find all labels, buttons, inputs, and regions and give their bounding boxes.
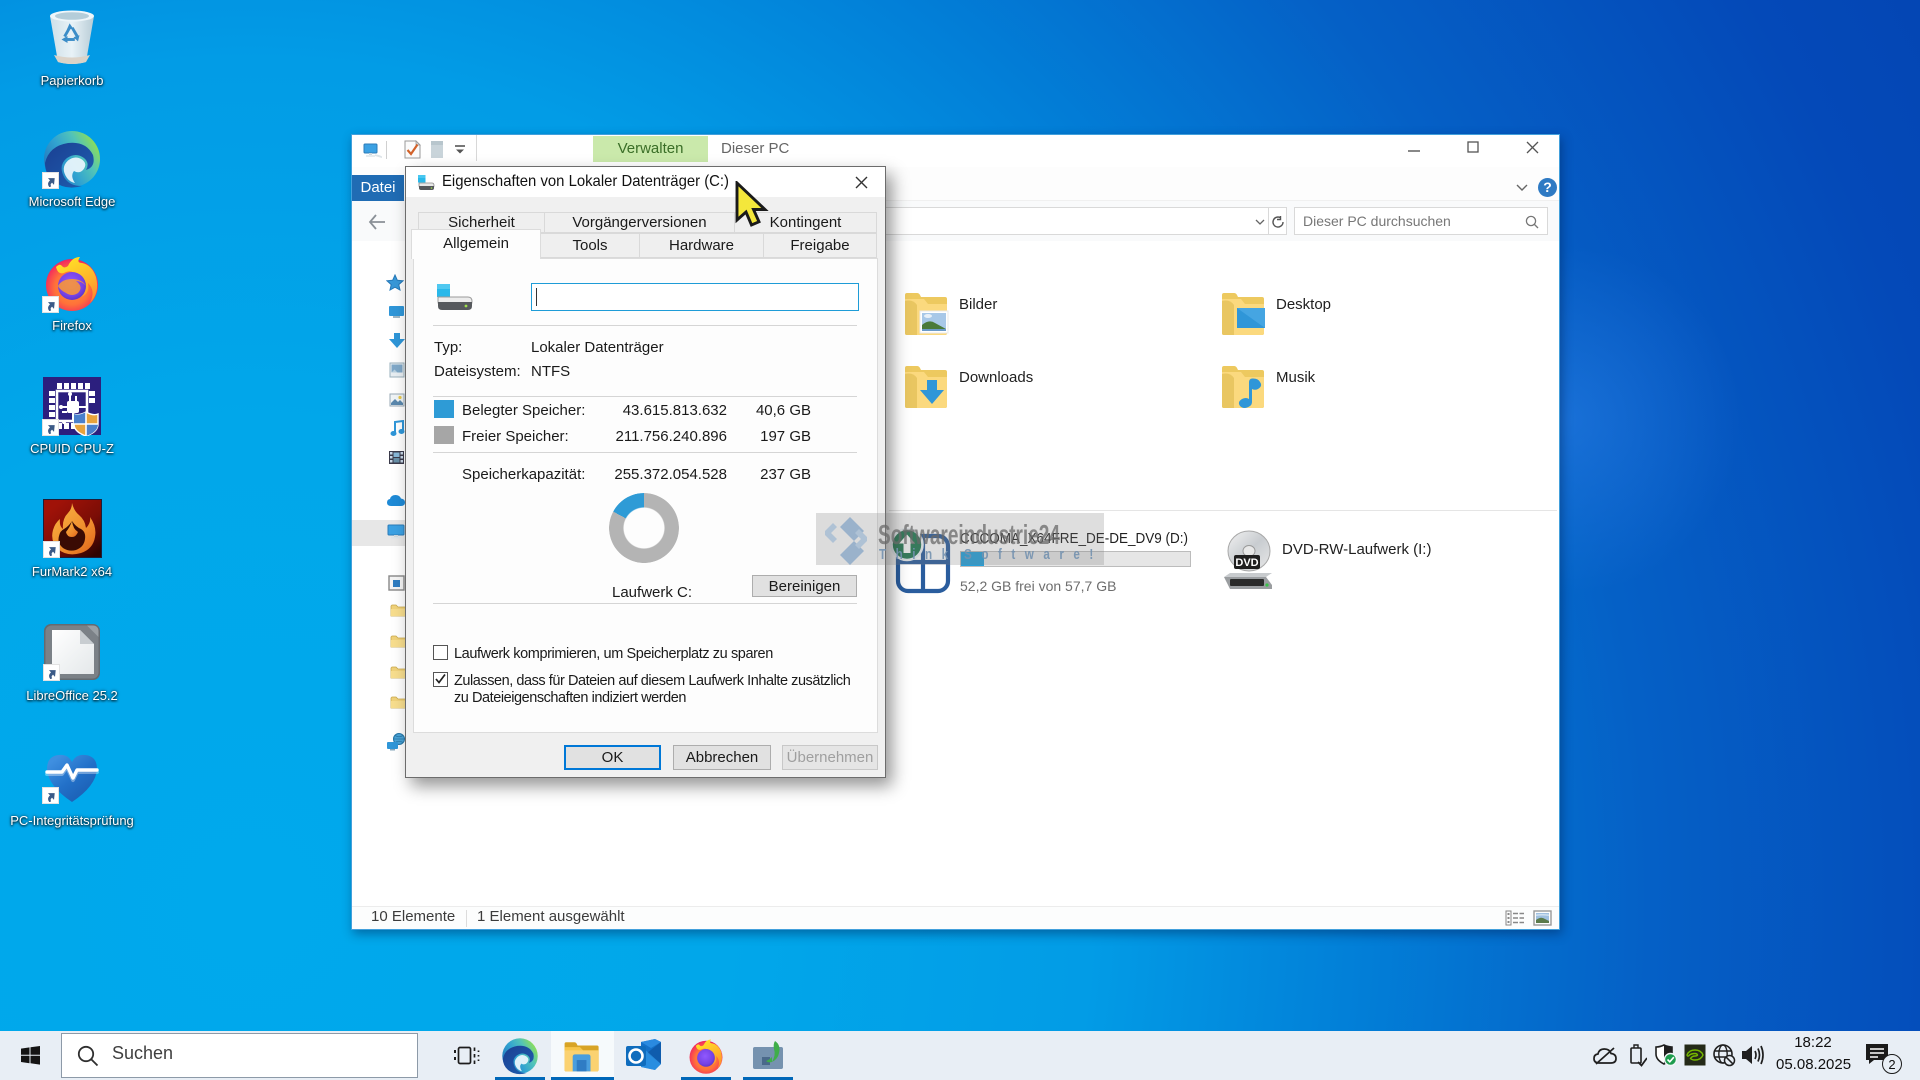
svg-text:DVD: DVD <box>1235 557 1258 569</box>
